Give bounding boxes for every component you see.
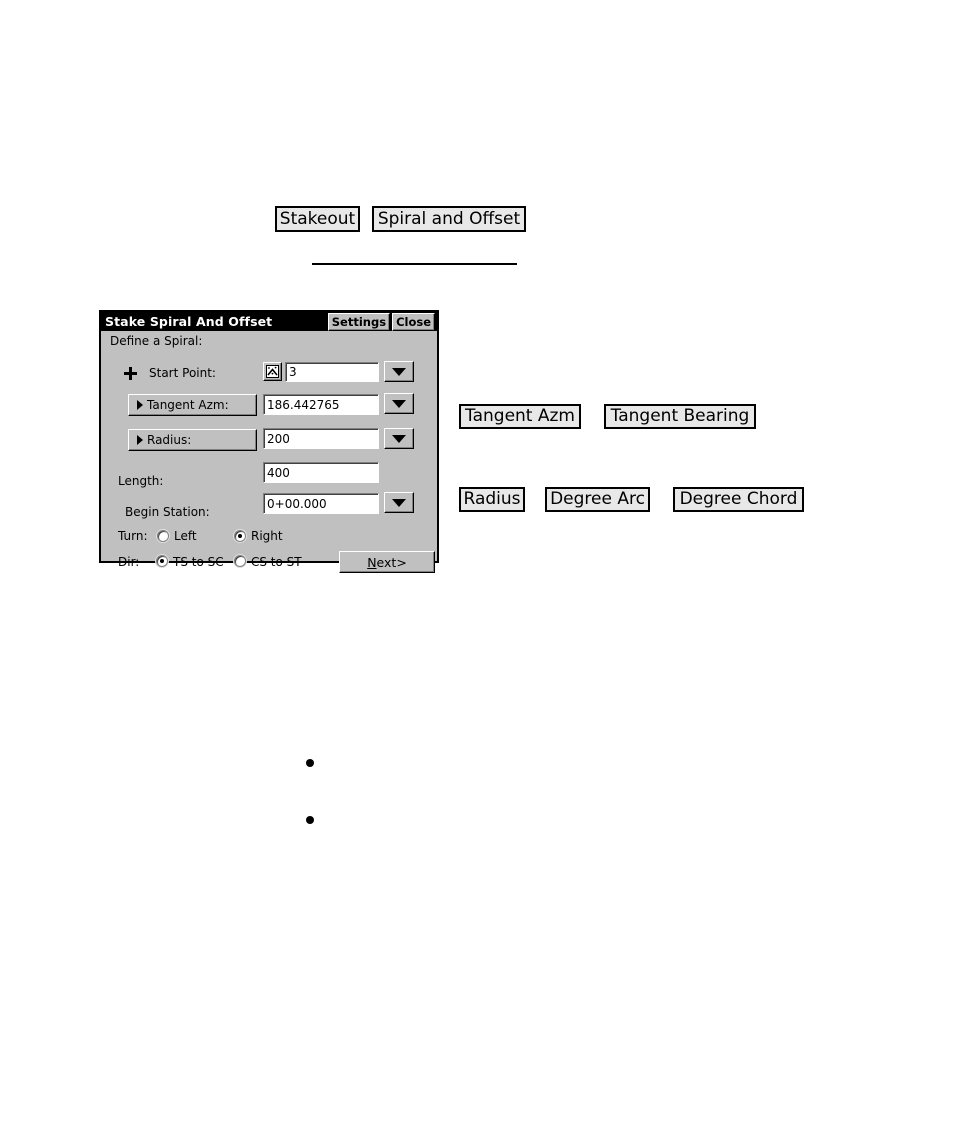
begin-station-dropdown-button[interactable] xyxy=(384,492,414,513)
caption-button-spiral-and-offset[interactable]: Spiral and Offset xyxy=(372,206,526,232)
triangle-right-icon xyxy=(137,435,143,445)
begin-station-input[interactable]: 0+00.000 xyxy=(263,493,379,514)
caption-button-tangent-bearing-label: Tangent Bearing xyxy=(610,406,750,426)
chevron-down-icon xyxy=(392,367,406,376)
dir-label: Dir: xyxy=(118,555,140,569)
start-point-dropdown-button[interactable] xyxy=(384,361,414,382)
radio-dir-cs-to-st-label: CS to ST xyxy=(251,555,302,569)
caption-button-degree-arc[interactable]: Degree Arc xyxy=(545,487,650,512)
start-point-label: Start Point: xyxy=(149,366,216,380)
radio-dir-ts-to-sc[interactable] xyxy=(156,555,168,567)
dialog-titlebar: Stake Spiral And Offset Settings Close xyxy=(101,312,437,331)
group-label-define-a-spiral: Define a Spiral: xyxy=(110,334,203,348)
radio-turn-left-label: Left xyxy=(174,529,197,543)
radio-dir-cs-to-st[interactable] xyxy=(234,555,246,567)
radius-input[interactable]: 200 xyxy=(263,428,379,449)
length-input[interactable]: 400 xyxy=(263,462,379,483)
stake-spiral-and-offset-dialog: Stake Spiral And Offset Settings Close D… xyxy=(99,310,439,573)
radius-button-label: Radius: xyxy=(147,433,192,447)
tangent-azm-input[interactable]: 186.442765 xyxy=(263,394,379,415)
start-point-input[interactable]: 3 xyxy=(285,362,379,382)
chevron-down-icon xyxy=(392,498,406,507)
radio-turn-left[interactable] xyxy=(157,530,169,542)
radio-dir-ts-to-sc-label: TS to SC xyxy=(173,555,224,569)
chevron-down-icon xyxy=(392,434,406,443)
point-pick-icon xyxy=(266,365,279,378)
chevron-down-icon xyxy=(392,399,406,408)
caption-button-radius[interactable]: Radius xyxy=(459,487,525,512)
radius-button[interactable]: Radius: xyxy=(128,429,257,451)
caption-button-tangent-bearing[interactable]: Tangent Bearing xyxy=(604,404,756,429)
point-pick-icon-button[interactable] xyxy=(263,362,282,381)
next-button[interactable]: Next> xyxy=(339,551,435,573)
next-button-accel: N xyxy=(367,554,377,570)
settings-button[interactable]: Settings xyxy=(327,312,391,331)
caption-button-radius-label: Radius xyxy=(463,489,521,509)
triangle-right-icon xyxy=(137,400,143,410)
radius-dropdown-button[interactable] xyxy=(384,428,414,449)
dialog-body: Define a Spiral: Start Point: 3 Tangent … xyxy=(101,331,437,573)
caption-button-degree-chord[interactable]: Degree Chord xyxy=(673,487,804,512)
crosshair-icon xyxy=(124,367,137,380)
radio-turn-right[interactable] xyxy=(234,530,246,542)
dialog-title: Stake Spiral And Offset xyxy=(105,314,273,329)
tangent-azm-dropdown-button[interactable] xyxy=(384,393,414,414)
caption-button-tangent-azm-label: Tangent Azm xyxy=(465,406,575,426)
length-label: Length: xyxy=(118,474,164,488)
caption-button-degree-arc-label: Degree Arc xyxy=(550,489,645,509)
list-bullet xyxy=(306,759,314,767)
list-bullet xyxy=(306,816,314,824)
caption-button-spiral-and-offset-label: Spiral and Offset xyxy=(377,208,521,229)
begin-station-label: Begin Station: xyxy=(125,505,210,519)
caption-button-degree-chord-label: Degree Chord xyxy=(679,489,798,509)
next-button-label: Next> xyxy=(367,555,407,570)
caption-button-stakeout[interactable]: Stakeout xyxy=(275,206,360,232)
tangent-azm-button-label: Tangent Azm: xyxy=(147,398,229,412)
caption-button-tangent-azm[interactable]: Tangent Azm xyxy=(459,404,581,429)
next-button-text: ext> xyxy=(376,554,407,570)
horizontal-divider xyxy=(312,263,517,265)
radio-turn-right-label: Right xyxy=(251,529,283,543)
caption-button-stakeout-label: Stakeout xyxy=(279,208,356,229)
turn-label: Turn: xyxy=(118,529,148,543)
tangent-azm-button[interactable]: Tangent Azm: xyxy=(128,394,257,416)
close-button[interactable]: Close xyxy=(392,312,435,331)
